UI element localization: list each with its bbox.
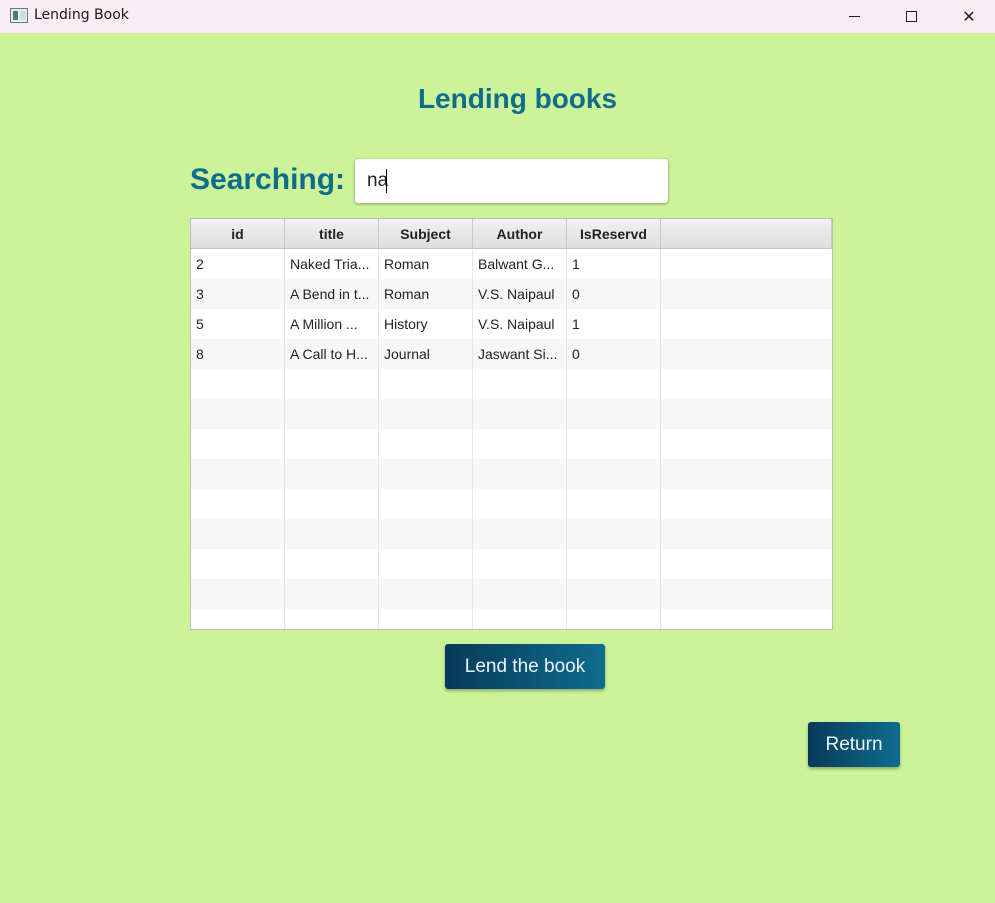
empty-table-row bbox=[191, 459, 832, 489]
cell-title: A Call to H... bbox=[290, 346, 368, 362]
table-row[interactable]: 5 A Million ... History V.S. Naipaul 1 bbox=[191, 309, 832, 339]
lending-page: Lending books Searching: idtitleSubjectA… bbox=[0, 33, 995, 903]
cell-isreservd: 0 bbox=[572, 286, 580, 302]
page-title: Lending books bbox=[417, 83, 618, 114]
cell-author: V.S. Naipaul bbox=[478, 316, 555, 332]
empty-table-row bbox=[191, 429, 832, 459]
cell-isreservd: 0 bbox=[572, 346, 580, 362]
column-header-title[interactable]: title bbox=[285, 219, 379, 249]
close-icon: ✕ bbox=[962, 7, 976, 26]
table-row[interactable]: 8 A Call to H... Journal Jaswant Si... 0 bbox=[191, 339, 832, 369]
cell-title: Naked Tria... bbox=[290, 256, 370, 272]
table-header: id title Subject Author IsReservd bbox=[191, 219, 832, 249]
empty-table-row bbox=[191, 519, 832, 549]
column-divider bbox=[378, 249, 379, 629]
column-divider bbox=[660, 249, 661, 629]
cell-id: 2 bbox=[196, 256, 204, 272]
cell-author: Jaswant Si... bbox=[478, 346, 558, 362]
column-divider bbox=[472, 249, 473, 629]
lend-book-button[interactable]: Lend the book bbox=[445, 644, 605, 689]
text-caret bbox=[386, 169, 387, 193]
cell-title: A Million ... bbox=[290, 316, 358, 332]
cell-author: Balwant G... bbox=[478, 256, 555, 272]
cell-isreservd: 1 bbox=[572, 316, 580, 332]
empty-table-row bbox=[191, 609, 832, 629]
cell-id: 5 bbox=[196, 316, 204, 332]
search-input[interactable] bbox=[355, 159, 668, 203]
minimize-button[interactable] bbox=[825, 0, 883, 33]
cell-subject: Roman bbox=[384, 286, 430, 302]
cell-author: V.S. Naipaul bbox=[478, 286, 555, 302]
minimize-icon bbox=[848, 16, 860, 17]
window-title: Lending Book bbox=[34, 7, 129, 23]
column-divider bbox=[284, 249, 285, 629]
app-window-icon bbox=[10, 8, 28, 23]
column-header-isreservd[interactable]: IsReservd bbox=[567, 219, 661, 249]
column-header-author[interactable]: Author bbox=[473, 219, 567, 249]
maximize-button[interactable] bbox=[882, 0, 940, 33]
column-header-id[interactable]: id bbox=[191, 219, 285, 249]
search-label: Searching: bbox=[190, 163, 346, 196]
close-button[interactable]: ✕ bbox=[940, 0, 995, 33]
empty-table-row bbox=[191, 579, 832, 609]
cell-title: A Bend in t... bbox=[290, 286, 370, 302]
maximize-icon bbox=[905, 11, 917, 22]
empty-table-row bbox=[191, 399, 832, 429]
table-body: 2 Naked Tria... Roman Balwant G... 1 3 A Bend … bbox=[191, 249, 832, 629]
table-row[interactable]: 2 Naked Tria... Roman Balwant G... 1 bbox=[191, 249, 832, 279]
table-row[interactable]: 3 A Bend in t... Roman V.S. Naipaul 0 bbox=[191, 279, 832, 309]
cell-id: 8 bbox=[196, 346, 204, 362]
return-button[interactable]: Return bbox=[808, 722, 900, 767]
cell-isreservd: 1 bbox=[572, 256, 580, 272]
cell-subject: Journal bbox=[384, 346, 430, 362]
title-bar: Lending Book ✕ bbox=[0, 0, 995, 33]
column-header-subject[interactable]: Subject bbox=[379, 219, 473, 249]
column-divider bbox=[566, 249, 567, 629]
cell-subject: History bbox=[384, 316, 428, 332]
column-header-filler bbox=[661, 219, 832, 249]
empty-table-row bbox=[191, 489, 832, 519]
cell-subject: Roman bbox=[384, 256, 430, 272]
empty-table-row bbox=[191, 369, 832, 399]
empty-table-row bbox=[191, 549, 832, 579]
books-table[interactable]: id title Subject Author IsReservd 2 Naked Tri… bbox=[190, 218, 833, 630]
cell-id: 3 bbox=[196, 286, 204, 302]
